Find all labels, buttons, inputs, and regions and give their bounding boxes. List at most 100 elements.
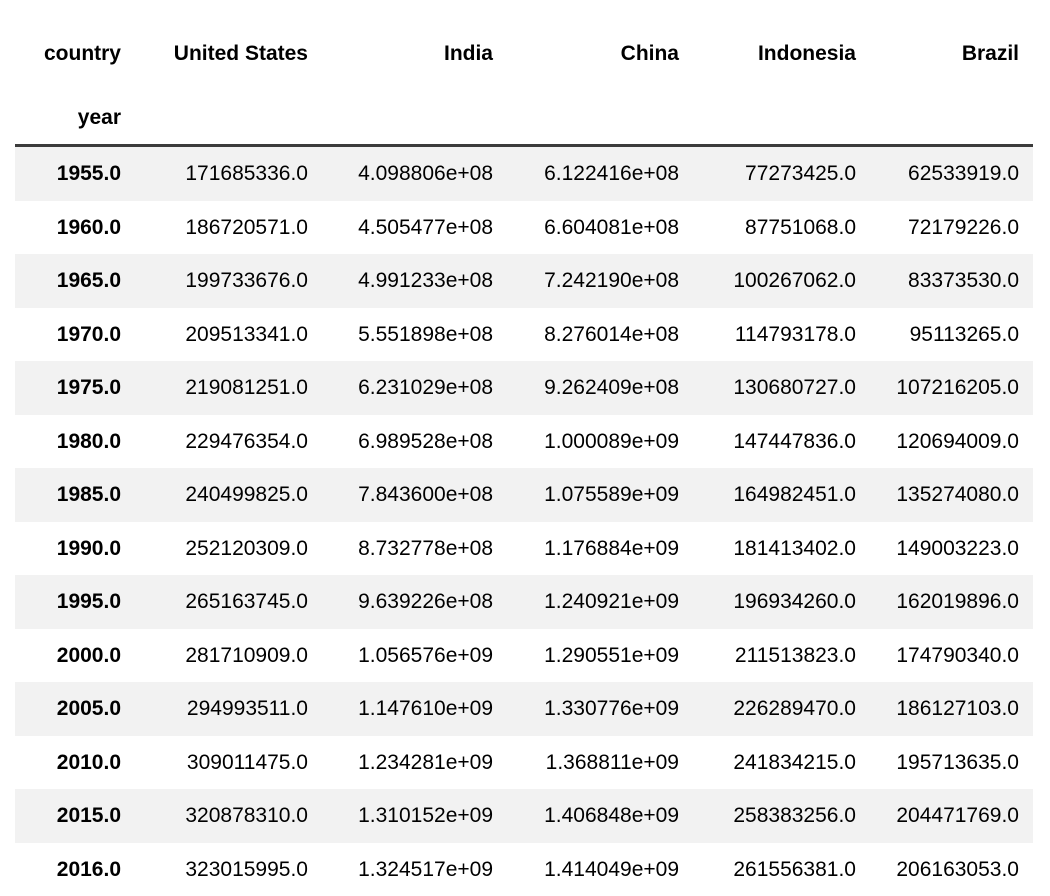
row-index-year: 1970.0 (15, 308, 135, 362)
row-index-year: 1985.0 (15, 468, 135, 522)
table-row: 1975.0 219081251.0 6.231029e+08 9.262409… (15, 361, 1033, 415)
table-row: 1985.0 240499825.0 7.843600e+08 1.075589… (15, 468, 1033, 522)
cell-china: 6.122416e+08 (507, 146, 693, 201)
header-row-year: year (15, 64, 1033, 146)
column-header-china: China (507, 0, 693, 64)
table-row: 2010.0 309011475.0 1.234281e+09 1.368811… (15, 736, 1033, 790)
cell-china: 1.176884e+09 (507, 522, 693, 576)
row-index-year: 1980.0 (15, 415, 135, 469)
row-index-year: 1955.0 (15, 146, 135, 201)
header-spacer-3 (507, 64, 693, 146)
cell-india: 5.551898e+08 (322, 308, 507, 362)
cell-indonesia: 114793178.0 (693, 308, 870, 362)
cell-united-states: 229476354.0 (135, 415, 322, 469)
cell-united-states: 265163745.0 (135, 575, 322, 629)
cell-united-states: 281710909.0 (135, 629, 322, 683)
table-row: 1980.0 229476354.0 6.989528e+08 1.000089… (15, 415, 1033, 469)
table-row: 1970.0 209513341.0 5.551898e+08 8.276014… (15, 308, 1033, 362)
cell-brazil: 186127103.0 (870, 682, 1033, 736)
cell-india: 7.843600e+08 (322, 468, 507, 522)
cell-china: 9.262409e+08 (507, 361, 693, 415)
row-index-year: 1995.0 (15, 575, 135, 629)
column-header-brazil: Brazil (870, 0, 1033, 64)
table-row: 2015.0 320878310.0 1.310152e+09 1.406848… (15, 789, 1033, 843)
cell-indonesia: 181413402.0 (693, 522, 870, 576)
cell-indonesia: 77273425.0 (693, 146, 870, 201)
table-row: 1995.0 265163745.0 9.639226e+08 1.240921… (15, 575, 1033, 629)
cell-indonesia: 87751068.0 (693, 201, 870, 255)
cell-china: 1.406848e+09 (507, 789, 693, 843)
table-row: 2016.0 323015995.0 1.324517e+09 1.414049… (15, 843, 1033, 896)
cell-indonesia: 130680727.0 (693, 361, 870, 415)
cell-united-states: 186720571.0 (135, 201, 322, 255)
cell-brazil: 135274080.0 (870, 468, 1033, 522)
cell-india: 1.310152e+09 (322, 789, 507, 843)
row-index-year: 2005.0 (15, 682, 135, 736)
row-index-year: 2016.0 (15, 843, 135, 896)
cell-india: 6.231029e+08 (322, 361, 507, 415)
table-header: country United States India China Indone… (15, 0, 1033, 146)
cell-india: 4.098806e+08 (322, 146, 507, 201)
cell-brazil: 62533919.0 (870, 146, 1033, 201)
cell-united-states: 199733676.0 (135, 254, 322, 308)
row-index-year: 2000.0 (15, 629, 135, 683)
row-index-year: 1975.0 (15, 361, 135, 415)
cell-china: 1.000089e+09 (507, 415, 693, 469)
cell-brazil: 162019896.0 (870, 575, 1033, 629)
cell-indonesia: 226289470.0 (693, 682, 870, 736)
cell-brazil: 149003223.0 (870, 522, 1033, 576)
row-index-year: 2015.0 (15, 789, 135, 843)
cell-indonesia: 196934260.0 (693, 575, 870, 629)
cell-indonesia: 211513823.0 (693, 629, 870, 683)
row-index-year: 1960.0 (15, 201, 135, 255)
cell-united-states: 252120309.0 (135, 522, 322, 576)
cell-india: 4.991233e+08 (322, 254, 507, 308)
header-spacer-2 (322, 64, 507, 146)
cell-china: 1.414049e+09 (507, 843, 693, 896)
header-spacer-1 (135, 64, 322, 146)
cell-united-states: 323015995.0 (135, 843, 322, 896)
cell-brazil: 204471769.0 (870, 789, 1033, 843)
cell-brazil: 72179226.0 (870, 201, 1033, 255)
column-header-india: India (322, 0, 507, 64)
cell-brazil: 195713635.0 (870, 736, 1033, 790)
cell-brazil: 107216205.0 (870, 361, 1033, 415)
cell-india: 1.234281e+09 (322, 736, 507, 790)
cell-united-states: 294993511.0 (135, 682, 322, 736)
table-row: 2005.0 294993511.0 1.147610e+09 1.330776… (15, 682, 1033, 736)
cell-china: 8.276014e+08 (507, 308, 693, 362)
cell-indonesia: 164982451.0 (693, 468, 870, 522)
cell-china: 7.242190e+08 (507, 254, 693, 308)
dataframe-container: country United States India China Indone… (0, 0, 1050, 876)
cell-united-states: 240499825.0 (135, 468, 322, 522)
cell-india: 4.505477e+08 (322, 201, 507, 255)
column-header-indonesia: Indonesia (693, 0, 870, 64)
header-spacer-5 (870, 64, 1033, 146)
cell-indonesia: 147447836.0 (693, 415, 870, 469)
cell-indonesia: 258383256.0 (693, 789, 870, 843)
rows-axis-label: year (15, 64, 135, 146)
column-header-united-states: United States (135, 0, 322, 64)
row-index-year: 1965.0 (15, 254, 135, 308)
cell-united-states: 209513341.0 (135, 308, 322, 362)
cell-brazil: 174790340.0 (870, 629, 1033, 683)
cell-united-states: 320878310.0 (135, 789, 322, 843)
table-row: 1955.0 171685336.0 4.098806e+08 6.122416… (15, 146, 1033, 201)
cell-united-states: 171685336.0 (135, 146, 322, 201)
columns-axis-label: country (15, 0, 135, 64)
cell-indonesia: 241834215.0 (693, 736, 870, 790)
cell-china: 1.240921e+09 (507, 575, 693, 629)
cell-china: 6.604081e+08 (507, 201, 693, 255)
table-row: 1990.0 252120309.0 8.732778e+08 1.176884… (15, 522, 1033, 576)
cell-brazil: 83373530.0 (870, 254, 1033, 308)
dataframe-table: country United States India China Indone… (15, 0, 1033, 896)
cell-china: 1.290551e+09 (507, 629, 693, 683)
cell-brazil: 95113265.0 (870, 308, 1033, 362)
row-index-year: 1990.0 (15, 522, 135, 576)
cell-indonesia: 100267062.0 (693, 254, 870, 308)
cell-india: 1.324517e+09 (322, 843, 507, 896)
cell-brazil: 120694009.0 (870, 415, 1033, 469)
cell-india: 6.989528e+08 (322, 415, 507, 469)
cell-india: 1.147610e+09 (322, 682, 507, 736)
header-row-countries: country United States India China Indone… (15, 0, 1033, 64)
